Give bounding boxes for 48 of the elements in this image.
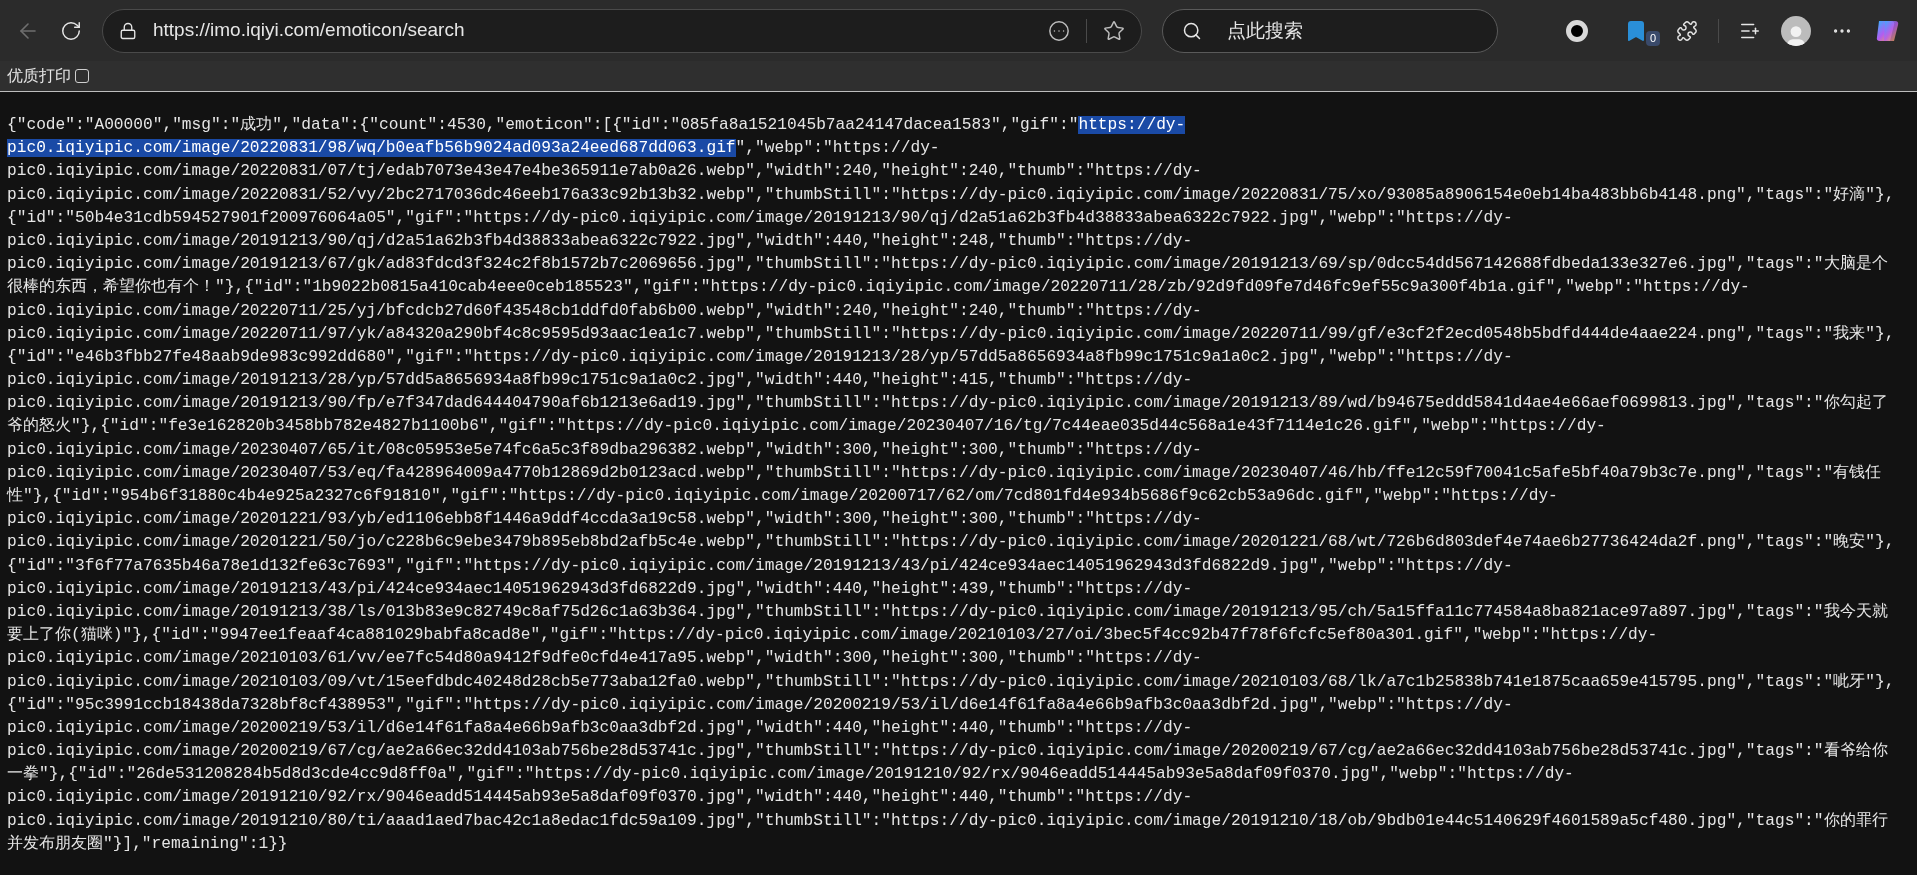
- code-text: 一拳"},{"id":"26de531208284b5d8d3cde4cc9d8ff0a","gif":"https://dy-pic0.iqiyipic.com/image/20191210/92/rx/9046eadd514445ab93e5a8daf09f0370.jpg","webp":"https://dy-: [7, 765, 1574, 784]
- code-text: pic0.iqiyipic.com/image/20201221/50/jo/c228b6c9ebe3479b895eb8bd2afb5c4e.webp","thumbStill":"https://dy-pic0.iqiyipic.com/image/20201221/68/wt/726b6d803def4e74ae6b27736424da2f.png","tags":"晚安"},: [7, 533, 1895, 552]
- code-text: pic0.iqiyipic.com/image/20200219/67/cg/ae2a66ec32dd4103ab756be28d53741c.jpg","thumbStill":"https://dy-pic0.iqiyipic.com/image/20200219/67/cg/ae2a66ec32dd4103ab756be28d53741c.jpg","tags":"看爷给你: [7, 742, 1888, 761]
- address-bar[interactable]: https://imo.iqiyi.com/emoticon/search: [102, 8, 1142, 53]
- code-text: 很棒的东西，希望你也有个！"},{"id":"1b9022b0815a410cab4eee0ceb185523","gif":"https://dy-pic0.iqiyipic.com/image/20220711/28/zb/92d9fd09fe7d46fc9ef55c9a300f4b1a.gif","webp":"https://dy-: [7, 278, 1750, 297]
- code-text: pic0.iqiyipic.com/image/20201221/93/yb/ed1106ebb8f1446a9ddf4ccda3a19c58.webp","width":300,"height":300,"thumb":"https://dy-: [7, 510, 1202, 529]
- code-text: pic0.iqiyipic.com/image/20191213/28/yp/57dd5a8656934a8fb99c1751c9a1a0c2.jpg","width":440,"height":415,"thumb":"https://dy-: [7, 371, 1193, 390]
- code-text: pic0.iqiyipic.com/image/20191213/90/fp/e7f347dad644404790af6b1213e6ad19.jpg","thumbStill":"https://dy-pic0.iqiyipic.com/image/20191213/89/wd/b94675eddd5841d4ae4e66aef0699813.jpg","tags":"你勾起了: [7, 394, 1888, 413]
- code-text: pic0.iqiyipic.com/image/20210103/61/vv/ee7fc54d80a9412f9dfe0cfd4e417a95.webp","width":300,"height":300,"thumb":"https://dy-: [7, 649, 1202, 668]
- code-text: pic0.iqiyipic.com/image/20220831/07/tj/edab7073e43e47e4be365911e7ab0a26.webp","width":240,"height":240,"thumb":"https://dy-: [7, 162, 1202, 181]
- code-text: {"code":"A00000","msg":"成功","data":{"count":4530,"emoticon":[{"id":"085fa8a1521045b7aa24147dacea1583","gif":": [7, 116, 1079, 134]
- lock-icon[interactable]: [119, 21, 137, 40]
- more-options-icon[interactable]: [1048, 19, 1070, 42]
- profile-avatar[interactable]: [1781, 15, 1811, 46]
- code-text: pic0.iqiyipic.com/image/20230407/53/eq/fa428964009a4770b12869d2b0123acd.webp","thumbStill":"https://dy-pic0.iqiyipic.com/image/20230407/46/hb/ffe12c59f70041c5afe5bf40a79b3c7e.png","tags":"有钱任: [7, 463, 1882, 482]
- search-field[interactable]: 点此搜索: [1162, 8, 1498, 53]
- print-checkbox[interactable]: [75, 69, 89, 83]
- code-text: {"id":"e46b3fbb27fe48aab9de983c992dd680","gif":"https://dy-pic0.iqiyipic.com/image/20191213/28/yp/57dd5a8656934a8fb99c1751c9a1a0c2.jpg","webp":"https://dy-: [7, 347, 1513, 366]
- highlighted-text: pic0.iqiyipic.com/image/20220831/98/wq/b0eafb56b9024ad093a24eed687dd063.gif: [7, 139, 736, 158]
- code-text: 要上了你(猫咪)"},{"id":"9947ee1feaaf4ca881029babfa8cad8e","gif":"https://dy-pic0.iqiyipic.com/image/20210103/27/oi/3bec5f4cc92b47f78f6fcfc5ef80a301.gif","webp":"https://dy-: [7, 626, 1658, 645]
- code-text: ","webp":"https://dy-: [735, 139, 940, 158]
- code-text: pic0.iqiyipic.com/image/20220711/97/yk/a84320a290bf4c8c9595d93aac1ea1c7.webp","thumbStill":"https://dy-pic0.iqiyipic.com/image/20220711/99/gf/e3cf2f2ecd0548b5bdfd444de4aae224.png","tags":"我来"},: [7, 324, 1895, 343]
- code-text: pic0.iqiyipic.com/image/20191213/38/ls/013b83e9c82749c8af75d26c1a63b364.jpg","thumbStill":"https://dy-pic0.iqiyipic.com/image/20191213/95/ch/5a15ffa11c774584a8ba821ace97a897.jpg","tags":"我今天就: [7, 602, 1888, 621]
- code-text: pic0.iqiyipic.com/image/20191213/90/qj/d2a51a62b3fb4d38833abea6322c7922.jpg","width":440,"height":248,"thumb":"https://dy-: [7, 231, 1193, 250]
- search-icon: [1182, 20, 1202, 41]
- code-text: 并发布朋友圈"}],"remaining":1}}: [7, 834, 288, 853]
- extension-badge: 0: [1645, 30, 1660, 46]
- circle-extension-icon[interactable]: [1566, 19, 1588, 42]
- code-text: pic0.iqiyipic.com/image/20191210/92/rx/9046eadd514445ab93e5a8daf09f0370.jpg","width":440,"height":440,"thumb":"https://dy-: [7, 788, 1193, 807]
- url-text: https://imo.iqiyi.com/emoticon/search: [153, 18, 465, 43]
- code-text: {"id":"3f6f77a7635b46a78e1d132fe63c7693","gif":"https://dy-pic0.iqiyipic.com/image/20191213/43/pi/424ce934aec14051962943d3fd6822d9.jpg","webp":"https://dy-: [7, 556, 1513, 575]
- code-text: 爷的怒火"},{"id":"fe3e162820b3458bb782e4827b1100b6","gif":"https://dy-pic0.iqiyipic.com/image/20230407/16/tg/7c44eae035d44c568a1e43f7114e1c26.gif","webp":"https://dy-: [7, 417, 1606, 436]
- reload-icon[interactable]: [60, 19, 82, 42]
- code-text: pic0.iqiyipic.com/image/20220711/25/yj/bfcdcb27d60f43548cb1ddfd0fab6b00.webp","width":240,"height":240,"thumb":"https://dy-: [7, 301, 1202, 320]
- code-text: pic0.iqiyipic.com/image/20191210/80/ti/aaad1aed7bac42c1a8edac1fdc59a109.jpg","thumbStill":"https://dy-pic0.iqiyipic.com/image/20191210/18/ob/9bdb01e44c5140629f4601589a5cf480.jpg","tags":"你的罪行: [7, 811, 1888, 830]
- print-option-label: 优质打印: [7, 66, 71, 86]
- code-text: {"id":"95c3991ccb18438da7328bf8cf438953","gif":"https://dy-pic0.iqiyipic.com/image/20200219/53/il/d6e14f61fa8a4e66b9afb3c0aa3dbf2d.jpg","webp":"https://dy-: [7, 695, 1513, 714]
- highlighted-text: https://dy-: [1078, 116, 1186, 134]
- code-text: pic0.iqiyipic.com/image/20220831/52/vy/2bc2717036dc46eeb176a33c92b13b32.webp","thumbStill":"https://dy-pic0.iqiyipic.com/image/20220831/75/xo/93085a8906154e0eb14ba483bb6b4148.png","tags":"好滴"},: [7, 185, 1895, 204]
- code-text: pic0.iqiyipic.com/image/20191213/43/pi/424ce934aec14051962943d3fd6822d9.jpg","width":440,"height":439,"thumb":"https://dy-: [7, 579, 1193, 598]
- code-text: pic0.iqiyipic.com/image/20230407/65/it/08c05953e5e74fc6a5c3f89dba296382.webp","width":300,"height":300,"thumb":"https://dy-: [7, 440, 1202, 459]
- favorite-star-icon[interactable]: [1103, 19, 1125, 42]
- code-text: pic0.iqiyipic.com/image/20210103/09/vt/15eefdbdc40248d28cb5e773aba12fa0.webp","thumbStill":"https://dy-pic0.iqiyipic.com/image/20210103/68/lk/a7c1b25838b741e1875caa659e415795.png","tags":"呲牙"},: [7, 672, 1895, 691]
- code-text: {"id":"50b4e31cdb594527901f200976064a05","gif":"https://dy-pic0.iqiyipic.com/image/20191213/90/qj/d2a51a62b3fb4d38833abea6322c7922.jpg","webp":"https://dy-: [7, 208, 1513, 227]
- code-text: 性"},{"id":"954b6f31880c4b4e925a2327c6f91810","gif":"https://dy-pic0.iqiyipic.com/image/20200717/62/om/7cd801fd4e934b5686f9c62cb53a96dc.gif","webp":"https://dy-: [7, 487, 1558, 505]
- extensions-icon[interactable]: [1676, 19, 1698, 42]
- code-text: pic0.iqiyipic.com/image/20200219/53/il/d6e14f61fa8a4e66b9afb3c0aa3dbf2d.jpg","width":440,"height":440,"thumb":"https://dy-: [7, 718, 1193, 737]
- code-text: pic0.iqiyipic.com/image/20191213/67/gk/ad83fdcd3f324c2f8b1572b7c2069656.jpg","thumbStill":"https://dy-pic0.iqiyipic.com/image/20191213/69/sp/0dcc54dd567142688fdbeda133e327e6.jpg","tags":"大脑是个: [7, 255, 1888, 274]
